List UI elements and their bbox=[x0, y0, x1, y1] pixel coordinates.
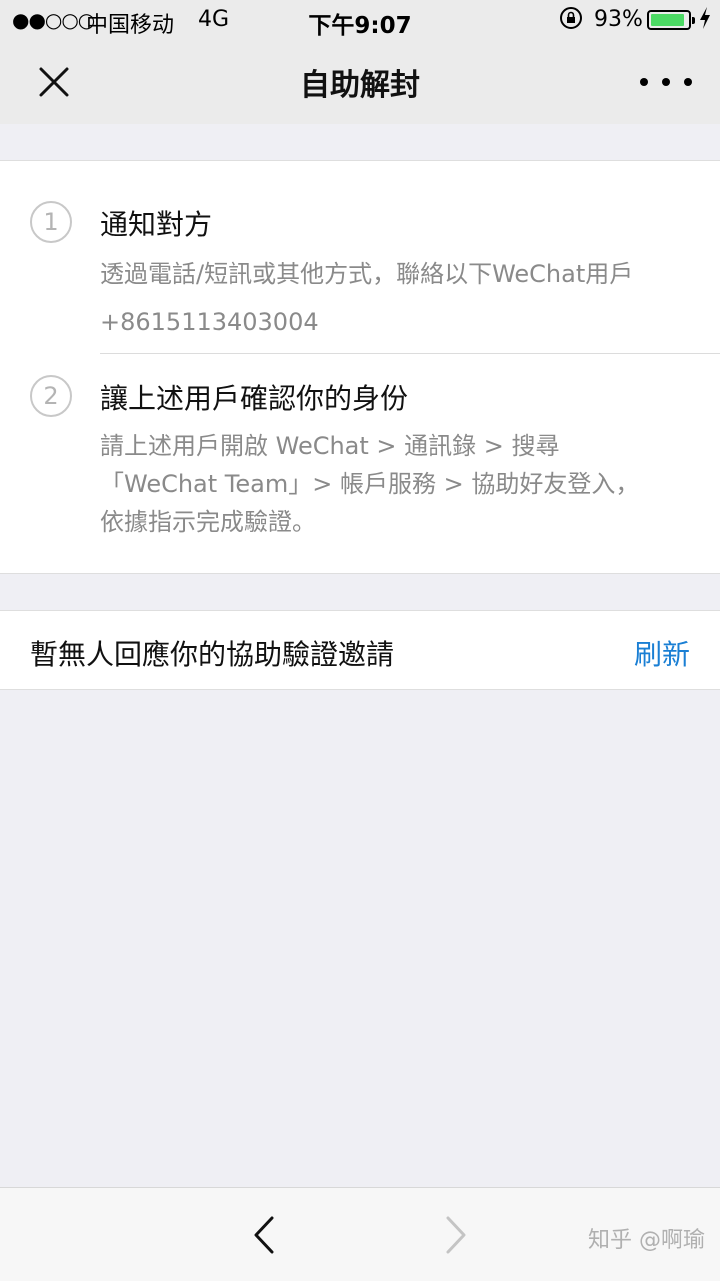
divider bbox=[100, 353, 720, 354]
navigation-bar: 自助解封 bbox=[0, 40, 720, 124]
bottom-toolbar: 知乎 @啊瑜 bbox=[0, 1187, 720, 1281]
step-description-line: 依據指示完成驗證。 bbox=[100, 508, 316, 536]
battery-level bbox=[651, 14, 685, 26]
step-description-line: 「WeChat Team」> 帳戶服務 > 協助好友登入， bbox=[100, 470, 640, 498]
more-icon[interactable] bbox=[640, 68, 692, 96]
page-title: 自助解封 bbox=[300, 68, 420, 103]
step-title: 讓上述用戶確認你的身份 bbox=[100, 382, 409, 415]
chevron-right-icon[interactable] bbox=[440, 1214, 472, 1256]
charging-icon bbox=[699, 6, 711, 35]
step-number-badge: 2 bbox=[30, 375, 72, 417]
step-description-line: 透過電話/短訊或其他方式，聯絡以下WeChat用戶 bbox=[100, 260, 634, 288]
battery-percent: 93% bbox=[594, 7, 643, 32]
watermark-text: 知乎 @啊瑜 bbox=[588, 1228, 705, 1253]
step-description-line: 請上述用戶開啟 WeChat > 通訊錄 > 搜尋 bbox=[100, 432, 560, 460]
step-title: 通知對方 bbox=[100, 208, 213, 241]
step-description: 請上述用戶開啟 WeChat > 通訊錄 > 搜尋 「WeChat Team」>… bbox=[100, 427, 700, 541]
battery-icon bbox=[647, 10, 695, 30]
verification-status-row: 暫無人回應你的協助驗證邀請 刷新 bbox=[0, 610, 720, 690]
orientation-lock-icon bbox=[558, 5, 584, 37]
step-number-badge: 1 bbox=[30, 201, 72, 243]
phone-number[interactable]: +8615113403004 bbox=[100, 303, 700, 341]
status-message: 暫無人回應你的協助驗證邀請 bbox=[30, 638, 395, 671]
instructions-card: 1 通知對方 透過電話/短訊或其他方式，聯絡以下WeChat用戶 +861511… bbox=[0, 160, 720, 574]
chevron-left-icon[interactable] bbox=[248, 1214, 280, 1256]
refresh-button[interactable]: 刷新 bbox=[634, 633, 690, 673]
step-description: 透過電話/短訊或其他方式，聯絡以下WeChat用戶 +8615113403004 bbox=[100, 255, 700, 341]
status-bar: ●●○○○ 中国移动 4G 下午9:07 93% bbox=[0, 0, 720, 40]
